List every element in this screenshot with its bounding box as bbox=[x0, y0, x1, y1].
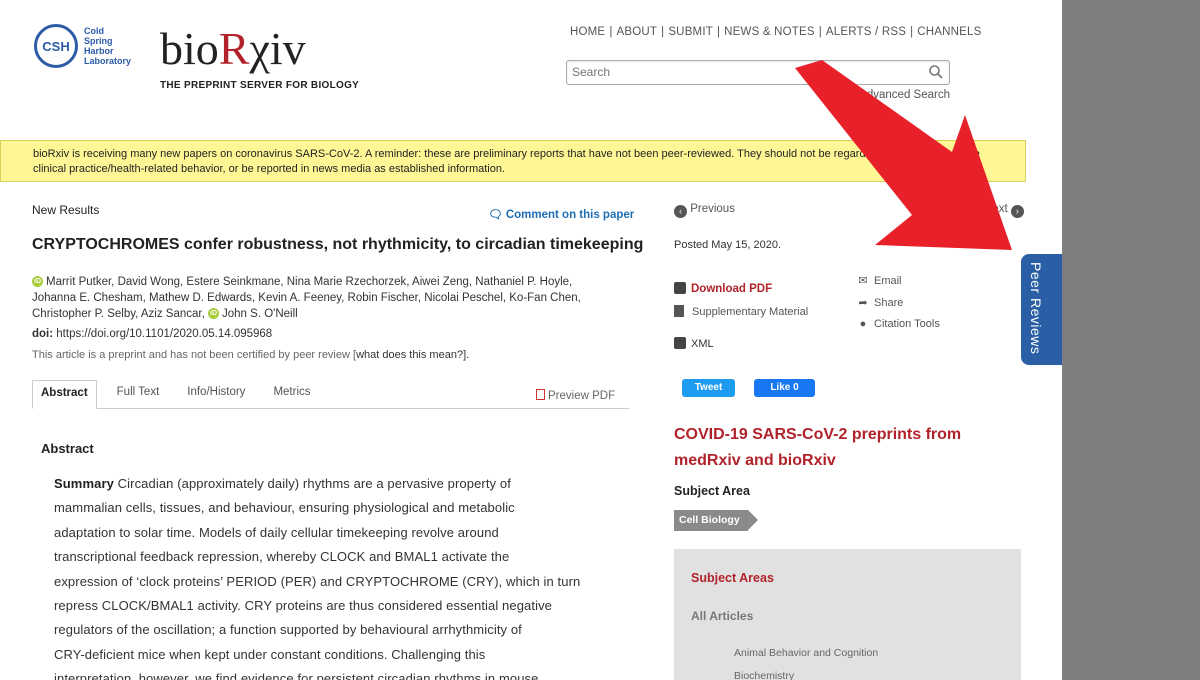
xml-icon bbox=[674, 337, 686, 349]
nav-alerts[interactable]: ALERTS / RSS bbox=[822, 26, 910, 38]
biorxiv-logo[interactable]: bioRχiv THE PREPRINT SERVER FOR BIOLOGY bbox=[160, 23, 360, 92]
subject-area-heading: Subject Area bbox=[674, 484, 750, 498]
red-arrow-annotation bbox=[795, 60, 1012, 250]
csh-logo-icon: CSH bbox=[34, 24, 78, 68]
csh-logo[interactable]: CSH Cold Spring Harbor Laboratory bbox=[34, 24, 134, 68]
nav-submit[interactable]: SUBMIT bbox=[664, 26, 717, 38]
tab-metrics[interactable]: Metrics bbox=[265, 380, 318, 408]
facebook-like-button[interactable]: Like 0 bbox=[754, 379, 815, 397]
download-icon bbox=[674, 282, 686, 294]
subject-list-item[interactable]: Biochemistry bbox=[734, 670, 794, 680]
peer-reviews-tab[interactable]: Peer Reviews bbox=[1021, 254, 1062, 365]
tab-full-text[interactable]: Full Text bbox=[109, 380, 168, 408]
abstract-heading: Abstract bbox=[41, 441, 94, 456]
pdf-icon bbox=[536, 389, 545, 400]
nav-about[interactable]: ABOUT bbox=[613, 26, 662, 38]
download-pdf-link[interactable]: Download PDF bbox=[674, 282, 772, 295]
comment-icon: 🗨︎ bbox=[488, 209, 503, 221]
nav-news[interactable]: NEWS & NOTES bbox=[720, 26, 819, 38]
nav-channels[interactable]: CHANNELS bbox=[913, 26, 985, 38]
page: CSH Cold Spring Harbor Laboratory bioRχi… bbox=[0, 0, 1200, 680]
doi-link[interactable]: https://doi.org/10.1101/2020.05.14.09596… bbox=[56, 328, 272, 340]
covid-preprints-link[interactable]: COVID-19 SARS-CoV-2 preprints from medRx… bbox=[674, 422, 1004, 474]
site-name: bioRχiv bbox=[160, 23, 306, 74]
preprint-note: This article is a preprint and has not b… bbox=[32, 349, 470, 361]
nav-home[interactable]: HOME bbox=[566, 26, 609, 38]
abstract-text: Summary Circadian (approximately daily) … bbox=[54, 476, 581, 680]
subject-areas-box: Subject Areas All Articles Animal Behavi… bbox=[674, 549, 1021, 680]
orcid-icon[interactable]: iD bbox=[32, 276, 43, 288]
section-label: New Results bbox=[32, 203, 100, 217]
arrow-left-icon: ‹ bbox=[674, 205, 687, 218]
preview-pdf-link[interactable]: Preview PDF bbox=[536, 389, 615, 402]
csh-logo-text: Cold Spring Harbor Laboratory bbox=[84, 26, 132, 66]
subject-list-item[interactable]: Animal Behavior and Cognition bbox=[734, 647, 878, 659]
tab-info-history[interactable]: Info/History bbox=[179, 380, 253, 408]
author-list: iD Marrit Putker, David Wong, Estere Sein… bbox=[32, 276, 581, 320]
xml-link[interactable]: XML bbox=[674, 337, 714, 350]
doi: doi: https://doi.org/10.1101/2020.05.14.… bbox=[32, 328, 273, 340]
envelope-icon: ✉ bbox=[858, 275, 868, 287]
article-title: CRYPTOCHROMES confer robustness, not rhy… bbox=[32, 236, 644, 253]
document-icon bbox=[674, 305, 684, 317]
previous-link[interactable]: ‹ Previous bbox=[674, 203, 735, 218]
email-link[interactable]: ✉ Email bbox=[856, 274, 901, 287]
tweet-button[interactable]: Tweet bbox=[682, 379, 735, 397]
globe-icon: ● bbox=[859, 318, 867, 330]
share-link[interactable]: ➦ Share bbox=[856, 296, 903, 309]
share-icon: ➦ bbox=[858, 297, 868, 309]
all-articles-link[interactable]: All Articles bbox=[691, 609, 753, 623]
site-tagline: THE PREPRINT SERVER FOR BIOLOGY bbox=[160, 80, 360, 91]
subject-areas-heading: Subject Areas bbox=[691, 571, 774, 585]
what-does-this-mean-link[interactable]: what does this mean? bbox=[356, 349, 463, 361]
comment-link[interactable]: 🗨︎ Comment on this paper bbox=[488, 207, 634, 221]
top-nav: HOME | ABOUT | SUBMIT | NEWS & NOTES | ALERT… bbox=[566, 26, 986, 38]
citation-tools-link[interactable]: ● Citation Tools bbox=[856, 318, 940, 330]
subject-tag[interactable]: Cell Biology bbox=[674, 510, 758, 531]
orcid-icon[interactable]: iD bbox=[208, 308, 220, 320]
supplementary-material-link[interactable]: Supplementary Material bbox=[674, 305, 808, 318]
gray-side-area bbox=[1062, 0, 1200, 680]
tab-abstract[interactable]: Abstract bbox=[32, 380, 97, 409]
